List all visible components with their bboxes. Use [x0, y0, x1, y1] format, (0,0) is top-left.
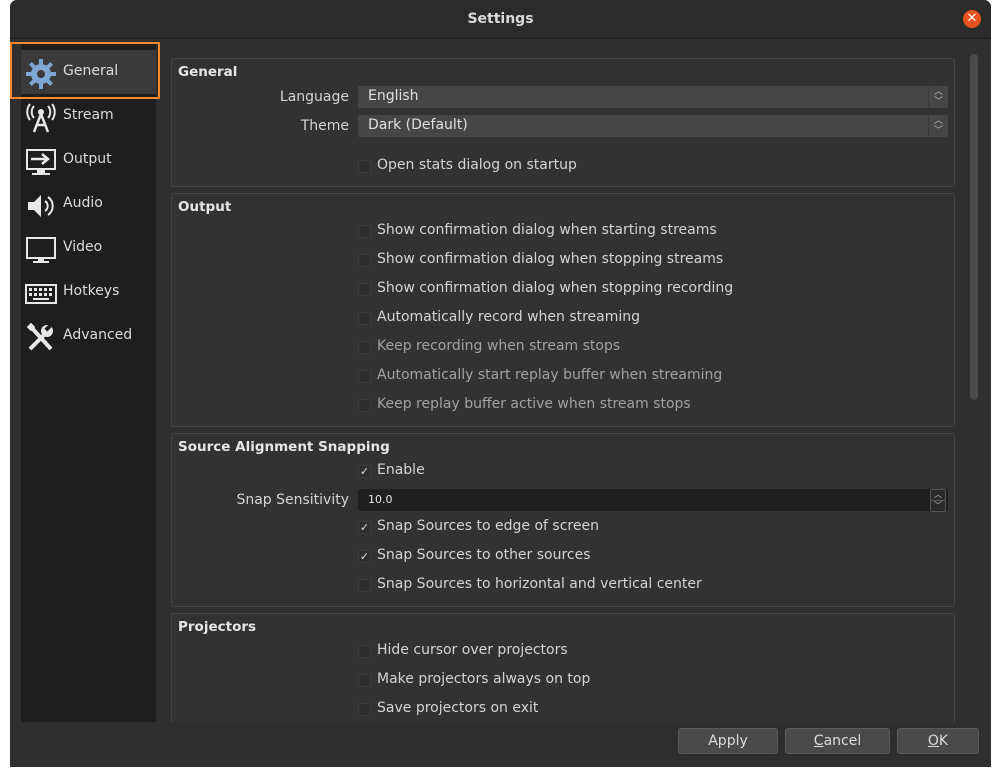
group-title: Projectors [178, 619, 257, 635]
sidebar-item-video[interactable]: Video [21, 226, 156, 270]
sidebar-item-label: Advanced [63, 327, 133, 343]
speaker-icon [28, 195, 54, 217]
sidebar-item-stream[interactable]: Stream [21, 94, 156, 138]
group-snapping: Source Alignment Snapping ✓ Enable Snap … [171, 433, 955, 607]
snap-sensitivity-value: 10.0 [368, 493, 393, 506]
checkbox-checked[interactable]: ✓ [358, 521, 371, 534]
antenna-icon [26, 103, 56, 133]
scrollbar-thumb[interactable] [970, 54, 978, 400]
snap-sensitivity-spinbox[interactable]: 10.0 ︿ ﹀ [358, 489, 948, 512]
window-title: Settings [467, 11, 534, 27]
group-title: Output [178, 199, 232, 215]
checkbox-unchecked[interactable] [358, 674, 371, 687]
apply-label: Apply [708, 733, 748, 749]
cancel-mnemonic: C [813, 733, 824, 749]
chevron-up-down-icon: ︿ ﹀ [928, 86, 948, 108]
checkbox-unchecked[interactable] [358, 312, 371, 325]
output-monitor-icon [26, 149, 56, 175]
title-bar: Settings ✕ [10, 0, 991, 39]
theme-value: Dark (Default) [368, 117, 468, 133]
checkbox-unchecked[interactable] [358, 399, 371, 412]
sidebar-item-hotkeys[interactable]: Hotkeys [21, 270, 156, 314]
checkbox-label: Show confirmation dialog when starting s… [377, 222, 717, 238]
group-general: General Language English ︿ ﹀ Theme Dark (… [171, 58, 955, 187]
checkbox-unchecked[interactable] [358, 703, 371, 716]
checkbox-unchecked[interactable] [358, 225, 371, 238]
checkbox-unchecked[interactable] [358, 370, 371, 383]
language-label: Language [279, 89, 349, 105]
ok-button[interactable]: OK [897, 728, 979, 754]
selection-highlight [10, 42, 160, 99]
checkbox-label: Enable [377, 462, 425, 478]
checkbox-unchecked[interactable] [358, 341, 371, 354]
scrollbar[interactable] [968, 48, 980, 722]
checkbox-label: Snap Sources to horizontal and vertical … [377, 576, 702, 592]
ok-mnemonic: O [927, 733, 939, 749]
monitor-icon [26, 237, 56, 263]
checkbox-unchecked[interactable] [358, 160, 371, 173]
checkbox-unchecked[interactable] [358, 645, 371, 658]
settings-content: General Language English ︿ ﹀ Theme Dark (… [168, 42, 968, 722]
checkbox-unchecked[interactable] [358, 579, 371, 592]
ok-label: K [938, 733, 949, 749]
language-value: English [368, 88, 419, 104]
tools-icon [26, 322, 53, 351]
sidebar-item-label: Stream [63, 107, 114, 123]
group-output: Output Show confirmation dialog when sta… [171, 193, 955, 427]
checkbox-label: Show confirmation dialog when stopping s… [377, 251, 724, 267]
checkbox-label: Snap Sources to edge of screen [377, 518, 599, 534]
checkbox-label: Hide cursor over projectors [377, 642, 568, 658]
checkbox-checked[interactable]: ✓ [358, 550, 371, 563]
checkbox-label: Show confirmation dialog when stopping r… [377, 280, 734, 296]
checkbox-label: Keep replay buffer active when stream st… [377, 396, 691, 412]
language-select[interactable]: English ︿ ﹀ [358, 86, 948, 108]
theme-label: Theme [300, 118, 349, 134]
checkbox-label: Make projectors always on top [377, 671, 591, 687]
sidebar-item-label: Video [63, 239, 103, 255]
group-title: Source Alignment Snapping [178, 439, 390, 455]
sidebar-item-label: Hotkeys [63, 283, 120, 299]
group-title: General [178, 64, 238, 80]
cancel-label: ancel [823, 733, 862, 749]
sidebar-item-audio[interactable]: Audio [21, 182, 156, 226]
checkbox-label: Snap Sources to other sources [377, 547, 591, 563]
checkbox-label: Open stats dialog on startup [377, 157, 577, 173]
group-projectors: Projectors Hide cursor over projectors M… [171, 613, 955, 722]
sidebar-item-label: Audio [63, 195, 103, 211]
apply-button[interactable]: Apply [678, 728, 778, 754]
checkbox-label: Automatically start replay buffer when s… [377, 367, 723, 383]
sidebar-item-output[interactable]: Output [21, 138, 156, 182]
checkbox-checked[interactable]: ✓ [358, 465, 371, 478]
checkbox-unchecked[interactable] [358, 283, 371, 296]
sidebar-item-label: Output [63, 151, 112, 167]
snap-sensitivity-label: Snap Sensitivity [236, 492, 349, 508]
sidebar-item-advanced[interactable]: Advanced [21, 314, 156, 358]
checkbox-unchecked[interactable] [358, 254, 371, 267]
chevron-up-down-icon: ︿ ﹀ [928, 115, 948, 137]
settings-window: Settings ✕ General Stream Output Audio V… [10, 0, 991, 767]
close-icon[interactable]: ✕ [963, 10, 981, 28]
theme-select[interactable]: Dark (Default) ︿ ﹀ [358, 115, 948, 137]
cancel-button[interactable]: Cancel [785, 728, 890, 754]
keyboard-icon [25, 284, 57, 304]
checkbox-label: Keep recording when stream stops [377, 338, 621, 354]
sidebar: General Stream Output Audio Video Hotkey… [21, 42, 156, 722]
checkbox-label: Save projectors on exit [377, 700, 539, 716]
spin-down-icon[interactable]: ﹀ [930, 500, 946, 512]
checkbox-label: Automatically record when streaming [377, 309, 641, 325]
